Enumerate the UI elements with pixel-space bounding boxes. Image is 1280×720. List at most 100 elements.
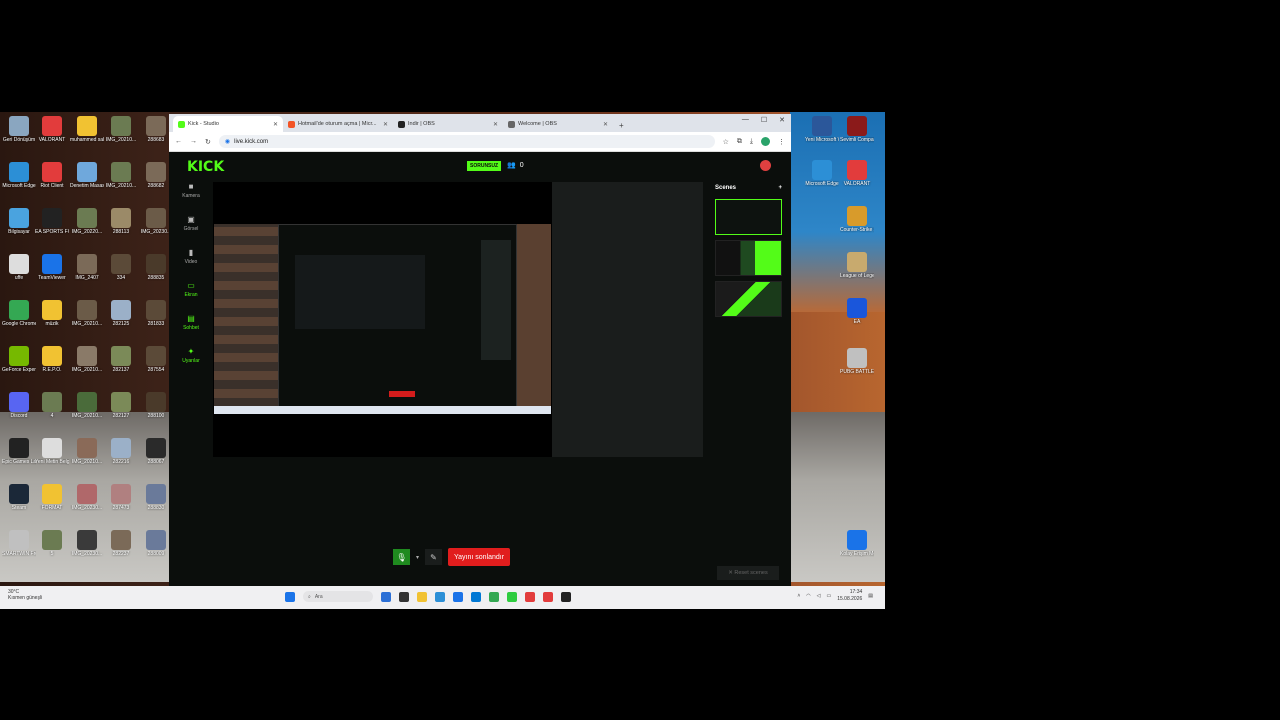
taskbar-app-icon[interactable]	[525, 591, 535, 602]
desktop-icon[interactable]: IMG_20230...	[70, 530, 104, 557]
desktop-icon[interactable]: Microsoft Edge	[2, 162, 36, 189]
desktop-icon[interactable]: IMG_20210...	[70, 346, 104, 373]
desktop-icon[interactable]: Bilgisayar	[2, 208, 36, 235]
browser-tab[interactable]: Hotmail'de oturum açma | Micr... ✕	[283, 116, 393, 132]
desktop-icon[interactable]: Yeni Metin Belgesi	[35, 438, 69, 465]
nav-item[interactable]: ▭ Ekran	[169, 281, 213, 314]
back-icon[interactable]: ←	[175, 138, 182, 145]
desktop-icon[interactable]: 5	[35, 530, 69, 557]
taskbar-search[interactable]: ⌕ Ara	[303, 591, 373, 602]
nav-item[interactable]: ▤ Sohbet	[169, 314, 213, 347]
desktop-icon[interactable]: Kolay Erişim Merkezi	[840, 530, 874, 557]
start-icon[interactable]	[285, 591, 295, 602]
desktop-icon[interactable]: VALORANT	[35, 116, 69, 143]
add-scene-button[interactable]: +	[778, 185, 782, 191]
tab-close-icon[interactable]: ✕	[383, 121, 388, 128]
desktop-icon[interactable]: TeamViewer	[35, 254, 69, 281]
reset-scenes-button[interactable]: ✕ Reset scenes	[717, 566, 779, 580]
desktop-icon[interactable]: IMG_20210...	[104, 162, 138, 189]
desktop-icon[interactable]: 287554	[139, 346, 173, 373]
reload-icon[interactable]: ↻	[205, 138, 211, 146]
tab-close-icon[interactable]: ✕	[493, 121, 498, 128]
nav-item[interactable]: ✦ Uyarılar	[169, 347, 213, 380]
taskbar-app-icon[interactable]	[543, 591, 553, 602]
desktop-icon[interactable]: 282127	[104, 392, 138, 419]
desktop-icon[interactable]: Google Chrome	[2, 300, 36, 327]
desktop-icon[interactable]: IMG_20220...	[70, 208, 104, 235]
desktop-icon[interactable]: 288113	[104, 208, 138, 235]
desktop-icon[interactable]: VALORANT	[840, 160, 874, 187]
notification-icon[interactable]: ▤	[868, 593, 873, 599]
taskbar-app-icon[interactable]	[507, 591, 517, 602]
chevron-down-icon[interactable]: ▾	[416, 554, 419, 561]
nav-item[interactable]: ▣ Görsel	[169, 215, 213, 248]
desktop-icon[interactable]: 282216	[104, 438, 138, 465]
taskbar-app-icon[interactable]	[399, 591, 409, 602]
scene-thumbnail-2[interactable]	[715, 240, 782, 276]
desktop-icon[interactable]: League of Legends	[840, 252, 874, 279]
scene-thumbnail-1[interactable]	[715, 199, 782, 235]
desktop-icon[interactable]: EA SPORTS FC 26	[35, 208, 69, 235]
desktop-icon[interactable]: Denetim Masası	[70, 162, 104, 189]
wifi-icon[interactable]: ◠	[806, 593, 810, 599]
desktop-icon[interactable]: GeForce Experience	[2, 346, 36, 373]
desktop-icon[interactable]: IMG_20210...	[70, 438, 104, 465]
taskbar-app-icon[interactable]	[417, 591, 427, 602]
desktop-icon[interactable]: 288067	[139, 438, 173, 465]
desktop-icon[interactable]: FORMAT	[35, 484, 69, 511]
desktop-icon[interactable]: IMG_2407	[70, 254, 104, 281]
download-icon[interactable]: ⤓	[750, 138, 753, 146]
desktop-icon[interactable]: IMG_20210...	[70, 392, 104, 419]
site-info-icon[interactable]: ◉	[225, 138, 230, 145]
user-avatar[interactable]	[760, 160, 771, 171]
screen-capture-source[interactable]	[214, 224, 551, 414]
nav-item[interactable]: ■ Kamera	[169, 182, 213, 215]
desktop-icon[interactable]: 288830	[139, 484, 173, 511]
taskbar-app-icon[interactable]	[489, 591, 499, 602]
desktop-icon[interactable]: Geri Dönüşüm	[2, 116, 36, 143]
url-field[interactable]: ◉ live.kick.com	[218, 135, 715, 148]
bookmark-star-icon[interactable]: ☆	[723, 138, 729, 146]
end-stream-button[interactable]: Yayını sonlandır	[448, 548, 511, 566]
minimize-icon[interactable]: —	[742, 116, 749, 124]
desktop-icon[interactable]: SMARTWIN Free	[2, 530, 36, 557]
profile-avatar[interactable]	[761, 137, 770, 146]
desktop-icon[interactable]: Counter-Strike 2	[840, 206, 874, 233]
maximize-icon[interactable]: ☐	[761, 116, 767, 124]
tab-close-icon[interactable]: ✕	[273, 121, 278, 128]
chevron-up-icon[interactable]: ˄	[797, 593, 800, 599]
desktop-icon[interactable]: Yeni Microsoft Wo...	[805, 116, 839, 143]
desktop-icon[interactable]: R.E.P.O.	[35, 346, 69, 373]
desktop-icon[interactable]: 282237	[104, 530, 138, 557]
battery-icon[interactable]: ▭	[827, 593, 832, 599]
desktop-icon[interactable]: uffe	[2, 254, 36, 281]
taskbar-app-icon[interactable]	[381, 591, 391, 602]
taskbar-app-icon[interactable]	[561, 591, 571, 602]
desktop-icon[interactable]: IMG_20210...	[104, 116, 138, 143]
desktop-icon[interactable]: 288835	[139, 254, 173, 281]
desktop-icon[interactable]: 288682	[139, 162, 173, 189]
taskbar-app-icon[interactable]	[453, 591, 463, 602]
menu-icon[interactable]: ⋮	[778, 138, 785, 146]
desktop-icon[interactable]: EA	[840, 298, 874, 325]
extensions-icon[interactable]: ⧉	[737, 138, 742, 146]
desktop-icon[interactable]: 288100	[139, 392, 173, 419]
nav-item[interactable]: ▮ Video	[169, 248, 213, 281]
browser-tab[interactable]: İndir | OBS ✕	[393, 116, 503, 132]
desktop-icon[interactable]: 281833	[139, 300, 173, 327]
desktop-icon[interactable]: 282137	[104, 346, 138, 373]
desktop-icon[interactable]: Discord	[2, 392, 36, 419]
close-icon[interactable]: ✕	[779, 116, 785, 124]
desktop-icon[interactable]: Sevimli Company	[840, 116, 874, 143]
desktop-icon[interactable]: Microsoft Edge	[805, 160, 839, 187]
desktop-icon[interactable]: 282125	[104, 300, 138, 327]
desktop-icon[interactable]: IMG_20230...	[70, 484, 104, 511]
desktop-icon[interactable]: 4	[35, 392, 69, 419]
desktop-icon[interactable]: Steam	[2, 484, 36, 511]
kick-logo[interactable]: KICK	[187, 159, 224, 175]
desktop-icon[interactable]: PUBG BATTLEGR...	[840, 348, 874, 375]
desktop-icon[interactable]: IMG_20210...	[70, 300, 104, 327]
new-tab-button[interactable]: +	[613, 121, 630, 132]
desktop-icon[interactable]: IMG_20230...	[139, 208, 173, 235]
browser-tab[interactable]: Welcome | OBS ✕	[503, 116, 613, 132]
